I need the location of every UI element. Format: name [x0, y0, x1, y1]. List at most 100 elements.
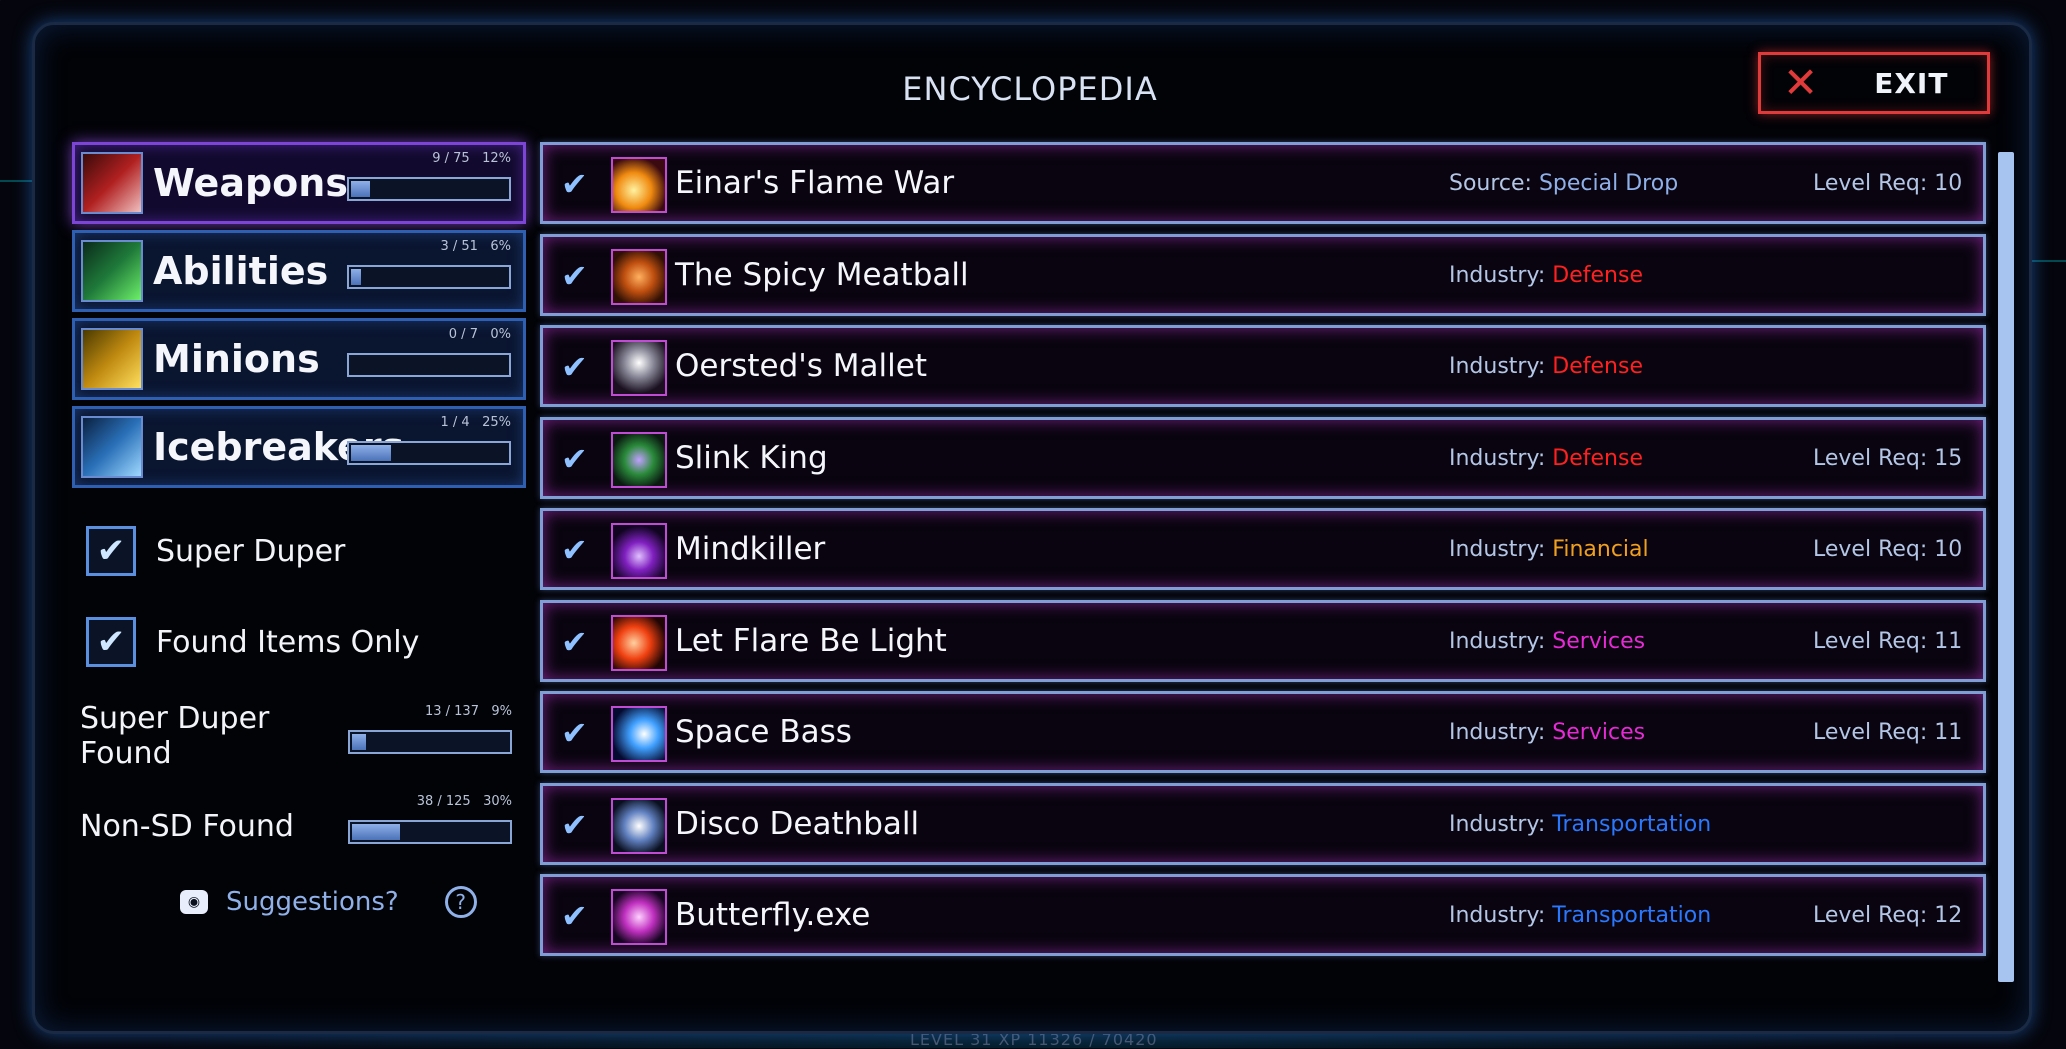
filter-super-duper[interactable]: ✔ Super Duper [86, 524, 345, 578]
item-level-req: Level Req: 11 [1813, 720, 1963, 745]
list-item[interactable]: ✔ Butterfly.exe Industry: Transportation… [540, 874, 1986, 956]
item-name: Disco Deathball [675, 805, 920, 842]
progress-fill [352, 824, 400, 840]
stat-count: 38 / 125 30% [416, 794, 512, 809]
item-level-req: Level Req: 12 [1813, 903, 1963, 928]
item-level-req: Level Req: 11 [1813, 628, 1963, 654]
discord-icon: ◉ [180, 890, 208, 914]
scrollbar[interactable] [1998, 152, 2014, 982]
progress-bar: 13 / 137 9% [348, 704, 512, 756]
bass-icon [611, 706, 667, 762]
checkbox-super-duper[interactable]: ✔ [86, 526, 136, 576]
mindkiller-icon [611, 523, 667, 579]
suggestions-link[interactable]: ◉ Suggestions? ? [180, 880, 477, 924]
stat-super-duper-found: Super Duper Found 13 / 137 9% [80, 701, 512, 771]
tab-weapons[interactable]: Weapons 9 / 75 12% [72, 142, 526, 224]
item-name: Oersted's Mallet [675, 348, 927, 384]
exit-label: EXIT [1874, 66, 1949, 100]
butterfly-icon [611, 889, 667, 945]
item-source: Industry: Defense [1449, 354, 1643, 379]
found-check-icon: ✔ [561, 165, 588, 203]
exit-button[interactable]: ✕ EXIT [1758, 52, 1990, 114]
meatball-icon [611, 248, 667, 305]
filter-label: Super Duper [156, 533, 346, 569]
progress-bar: 3 / 51 6% [347, 239, 511, 291]
found-check-icon: ✔ [561, 714, 588, 752]
item-name: Space Bass [675, 714, 852, 750]
progress-fill [351, 445, 391, 461]
item-source: Industry: Services [1449, 628, 1646, 654]
abilities-icon [81, 240, 143, 302]
list-item[interactable]: ✔ Mindkiller Industry: Financial Level R… [540, 508, 1986, 590]
progress-bar: 1 / 4 25% [347, 415, 511, 467]
list-item[interactable]: ✔ Einar's Flame War Source: Special Drop… [540, 142, 1986, 224]
tab-label: Icebreakers [153, 425, 405, 469]
page-title: ENCYCLOPEDIA [902, 70, 1158, 108]
found-check-icon: ✔ [561, 531, 588, 569]
progress-bar: 9 / 75 12% [347, 151, 511, 203]
list-item[interactable]: ✔ Space Bass Industry: Services Level Re… [540, 691, 1986, 773]
progress-count: 0 / 7 0% [448, 327, 511, 342]
mallet-icon [611, 340, 667, 396]
progress-count: 3 / 51 6% [440, 239, 512, 254]
stat-label: Non-SD Found [80, 808, 294, 844]
tab-label: Minions [153, 337, 320, 381]
suggestions-label: Suggestions? [226, 887, 399, 917]
found-check-icon: ✔ [561, 805, 588, 844]
item-source: Industry: Financial [1449, 537, 1649, 562]
filter-found-items-only[interactable]: ✔ Found Items Only [86, 615, 419, 669]
tab-abilities[interactable]: Abilities 3 / 51 6% [72, 230, 526, 312]
tab-minions[interactable]: Minions 0 / 7 0% [72, 318, 526, 400]
stat-non-sd-found: Non-SD Found 38 / 125 30% [80, 794, 512, 846]
flame-icon [611, 157, 667, 213]
slink-icon [611, 431, 667, 488]
found-check-icon: ✔ [561, 439, 588, 478]
item-source: Industry: Transportation [1449, 903, 1712, 928]
filter-label: Found Items Only [156, 624, 420, 660]
minions-icon [81, 328, 143, 390]
item-name: Let Flare Be Light [675, 622, 947, 659]
progress-fill [351, 181, 371, 197]
list-item[interactable]: ✔ Oersted's Mallet Industry: Defense [540, 325, 1986, 407]
found-check-icon: ✔ [561, 622, 588, 661]
flare-icon [611, 614, 667, 671]
progress-count: 1 / 4 25% [440, 415, 512, 430]
item-source: Industry: Services [1449, 720, 1646, 745]
deathball-icon [611, 797, 667, 854]
tab-label: Weapons [153, 161, 348, 205]
tab-label: Abilities [153, 249, 329, 293]
progress-bar: 0 / 7 0% [347, 327, 511, 379]
item-source: Industry: Defense [1449, 262, 1643, 288]
item-name: Einar's Flame War [675, 165, 955, 201]
list-item[interactable]: ✔ Let Flare Be Light Industry: Services … [540, 599, 1986, 682]
found-check-icon: ✔ [561, 256, 588, 295]
background-line [2030, 260, 2066, 262]
progress-count: 9 / 75 12% [432, 151, 511, 166]
list-item[interactable]: ✔ Slink King Industry: Defense Level Req… [540, 416, 1986, 499]
found-check-icon: ✔ [561, 348, 588, 386]
progress-bar: 38 / 125 30% [348, 794, 512, 846]
progress-fill [351, 269, 361, 285]
checkbox-found-items-only[interactable]: ✔ [86, 617, 136, 667]
icebreakers-icon [81, 416, 143, 478]
weapons-icon [81, 152, 143, 214]
item-source: Source: Special Drop [1449, 171, 1679, 196]
item-level-req: Level Req: 10 [1813, 537, 1963, 562]
stat-count: 13 / 137 9% [424, 704, 512, 719]
item-name: Mindkiller [675, 531, 826, 567]
stat-label: Super Duper Found [80, 701, 270, 771]
list-item[interactable]: ✔ The Spicy Meatball Industry: Defense [540, 233, 1986, 316]
item-source: Industry: Defense [1449, 445, 1643, 471]
item-level-req: Level Req: 15 [1813, 445, 1963, 471]
found-check-icon: ✔ [561, 897, 588, 935]
close-icon: ✕ [1783, 58, 1819, 107]
item-level-req: Level Req: 10 [1813, 171, 1963, 196]
progress-fill [352, 734, 367, 750]
help-icon[interactable]: ? [444, 886, 477, 918]
item-source: Industry: Transportation [1449, 811, 1712, 837]
item-name: Slink King [675, 439, 828, 476]
item-name: The Spicy Meatball [675, 256, 969, 293]
list-item[interactable]: ✔ Disco Deathball Industry: Transportati… [540, 782, 1986, 865]
tab-icebreakers[interactable]: Icebreakers 1 / 4 25% [72, 406, 526, 488]
item-name: Butterfly.exe [675, 897, 871, 933]
